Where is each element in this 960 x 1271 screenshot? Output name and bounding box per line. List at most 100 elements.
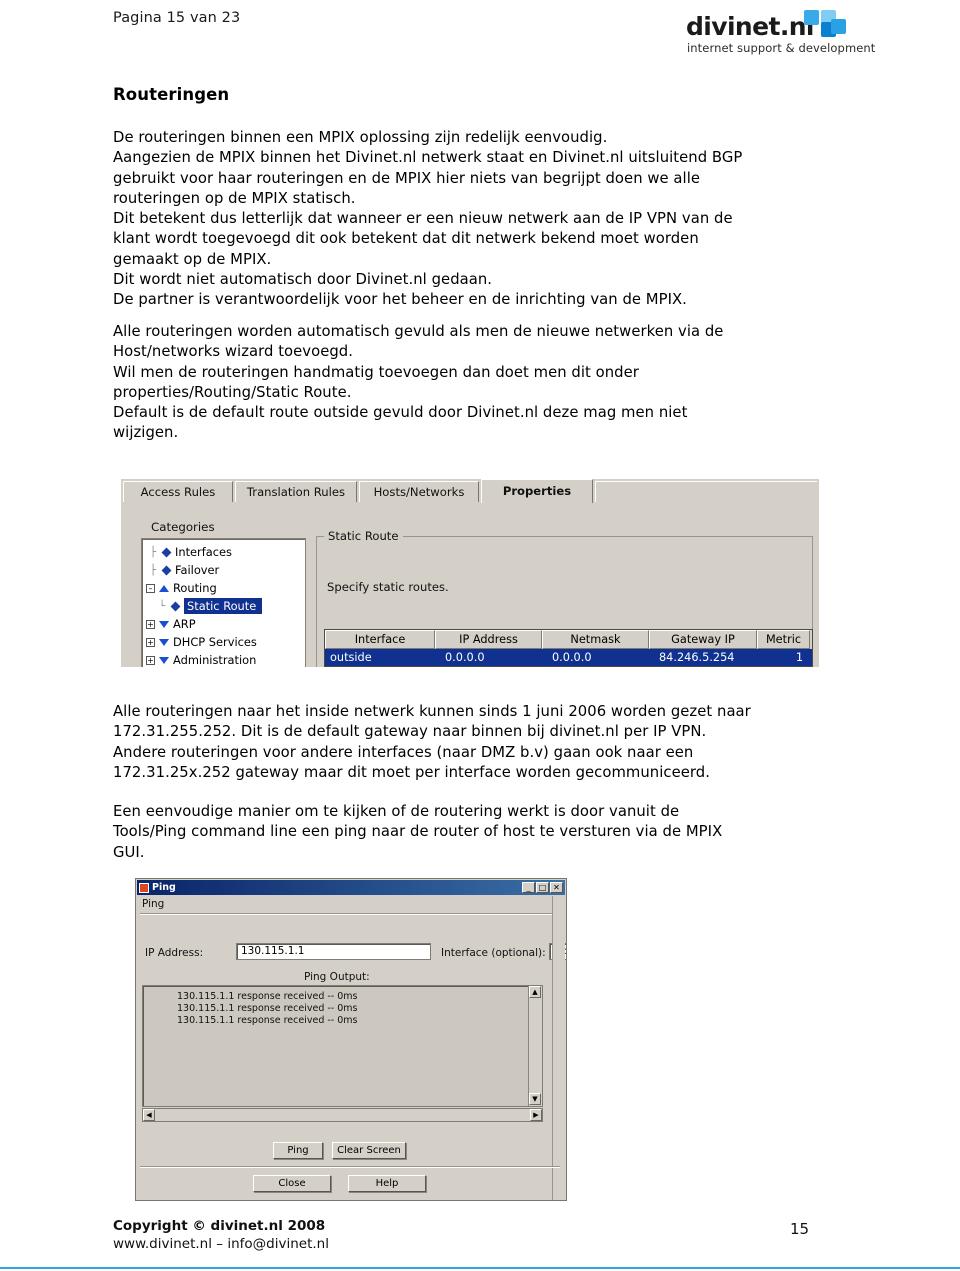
categories-tree[interactable]: ├ Interfaces ├ Failover – Routing └ Static R… [141, 538, 306, 667]
scroll-up-icon[interactable]: ▲ [529, 986, 541, 998]
triangle-down-icon [159, 639, 169, 646]
tree-item-arp[interactable]: + ARP [146, 615, 196, 633]
scroll-down-icon[interactable]: ▼ [529, 1093, 541, 1105]
tree-line: └ [159, 600, 166, 612]
triangle-down-icon [159, 657, 169, 664]
page-number: 15 [790, 1220, 810, 1238]
tree-item-label: Failover [175, 563, 220, 577]
divider [140, 913, 560, 915]
screenshot-properties-static-route: Access Rules Translation Rules Hosts/Net… [121, 479, 819, 667]
table-row[interactable]: outside 0.0.0.0 0.0.0.0 84.246.5.254 1 [325, 649, 812, 666]
tree-item-static-route[interactable]: └ Static Route [159, 597, 263, 615]
scroll-right-icon[interactable]: ▶ [530, 1109, 542, 1121]
text-line: wijzigen. [113, 424, 179, 442]
footer-rule [0, 1267, 960, 1269]
tree-line: ├ [150, 564, 157, 576]
expand-expander-icon[interactable]: + [146, 638, 155, 647]
cell-metric: 1 [795, 651, 803, 664]
screenshot-ping-dialog: Ping _ □ ✕ Ping IP Address: 130.115.1.1 … [135, 878, 567, 1201]
text-line: GUI. [113, 843, 145, 861]
static-route-group-title: Static Route [324, 529, 403, 543]
tree-item-label: Administration [173, 653, 257, 667]
text-line: Alle routeringen worden automatisch gevu… [113, 323, 724, 340]
text-line: Default is de default route outside gevu… [113, 404, 688, 422]
static-route-description: Specify static routes. [327, 580, 449, 594]
logo-tagline: internet support & development [687, 41, 876, 55]
tree-item-dhcp-services[interactable]: + DHCP Services [146, 633, 257, 651]
close-icon[interactable]: ✕ [550, 882, 563, 893]
minimize-icon[interactable]: _ [522, 882, 535, 893]
tab-translation-rules[interactable]: Translation Rules [235, 481, 357, 502]
ip-address-label: IP Address: [145, 947, 204, 959]
ip-address-input[interactable]: 130.115.1.1 [236, 943, 431, 960]
close-button[interactable]: Close [253, 1175, 331, 1192]
column-header-ip-address[interactable]: IP Address [435, 630, 542, 649]
tab-strip-filler [595, 481, 817, 502]
logo-wordmark: divinet.nl [686, 12, 815, 41]
help-button[interactable]: Help [348, 1175, 426, 1192]
column-header-gateway-ip[interactable]: Gateway IP [649, 630, 757, 649]
static-routes-table[interactable]: Interface IP Address Netmask Gateway IP … [324, 629, 813, 667]
ping-panel-heading: Ping [142, 898, 165, 910]
text-line: routeringen op de MPIX statisch. [113, 189, 356, 207]
clear-screen-button[interactable]: Clear Screen [332, 1142, 406, 1159]
page-indicator: Pagina 15 van 23 [113, 10, 241, 26]
text-line: Alle routeringen naar het inside netwerk… [113, 703, 751, 720]
expand-expander-icon[interactable]: + [146, 620, 155, 629]
tree-item-failover[interactable]: ├ Failover [150, 561, 219, 579]
tree-item-label: DHCP Services [173, 635, 257, 649]
paragraph-5: Een eenvoudige manier om te kijken of de… [113, 802, 813, 863]
interface-label: Interface (optional): [441, 947, 546, 959]
tree-item-routing[interactable]: – Routing [146, 579, 217, 597]
column-header-metric[interactable]: Metric [757, 630, 810, 649]
tree-item-label: Routing [173, 581, 217, 595]
collapse-expander-icon[interactable]: – [146, 584, 155, 593]
text-line: Dit wordt niet automatisch door Divinet.… [113, 270, 493, 288]
text-line: Host/networks wizard toevoegd. [113, 343, 354, 361]
scroll-left-icon[interactable]: ◀ [143, 1109, 155, 1121]
cell-ip-address: 0.0.0.0 [445, 651, 485, 664]
ping-output-panel[interactable]: 130.115.1.1 response received -- 0ms 130… [142, 985, 543, 1107]
text-line: Dit betekent dus letterlijk dat wanneer … [113, 210, 733, 227]
ping-button[interactable]: Ping [273, 1142, 323, 1159]
contact-text: www.divinet.nl – info@divinet.nl [113, 1236, 329, 1252]
text-line: De routeringen binnen een MPIX oplossing… [113, 129, 608, 146]
table-header-row: Interface IP Address Netmask Gateway IP … [325, 630, 812, 649]
column-header-netmask[interactable]: Netmask [542, 630, 649, 649]
page-footer: Copyright © divinet.nl 2008 www.divinet.… [0, 1218, 960, 1271]
tree-item-interfaces[interactable]: ├ Interfaces [150, 543, 232, 561]
output-horizontal-scrollbar[interactable]: ◀ ▶ [142, 1108, 543, 1122]
paragraph-3: Alle routeringen worden automatisch gevu… [113, 322, 813, 444]
logo-squares-icon [804, 10, 846, 38]
text-line: Andere routeringen voor andere interface… [113, 743, 694, 761]
text-line: Aangezien de MPIX binnen het Divinet.nl … [113, 149, 743, 167]
cell-netmask: 0.0.0.0 [552, 651, 592, 664]
properties-pane: Categories ├ Interfaces ├ Failover – Routin… [121, 504, 819, 667]
logo-square-a [804, 10, 819, 25]
text-line: gebruikt voor haar routeringen en de MPI… [113, 169, 701, 187]
tab-hosts-networks[interactable]: Hosts/Networks [359, 481, 479, 502]
output-line: 130.115.1.1 response received -- 0ms [177, 1015, 358, 1026]
output-line: 130.115.1.1 response received -- 0ms [177, 1003, 358, 1014]
categories-label: Categories [151, 520, 215, 534]
maximize-icon[interactable]: □ [536, 882, 549, 893]
window-vertical-scrollbar[interactable] [552, 896, 565, 1200]
window-title: Ping [152, 882, 176, 893]
paragraph-1: De routeringen binnen een MPIX oplossing… [113, 128, 813, 209]
tab-properties[interactable]: Properties [481, 479, 593, 503]
diamond-icon [161, 565, 172, 576]
copyright-text: Copyright © divinet.nl 2008 [113, 1218, 326, 1234]
page-header: Pagina 15 van 23 divinet.nl internet sup… [0, 0, 960, 68]
expand-expander-icon[interactable]: + [146, 656, 155, 665]
output-vertical-scrollbar[interactable]: ▲ ▼ [528, 986, 542, 1106]
diamond-icon [161, 547, 172, 558]
tree-item-administration[interactable]: + Administration [146, 651, 256, 667]
tree-item-label: ARP [173, 617, 196, 631]
text-line: 172.31.25x.252 gateway maar dit moet per… [113, 763, 710, 781]
paragraph-4: Alle routeringen naar het inside netwerk… [113, 702, 813, 783]
column-header-interface[interactable]: Interface [325, 630, 435, 649]
tab-access-rules[interactable]: Access Rules [123, 481, 233, 502]
cell-gateway-ip: 84.246.5.254 [659, 651, 735, 664]
diamond-icon [170, 601, 181, 612]
text-line: Wil men de routeringen handmatig toevoeg… [113, 363, 639, 381]
